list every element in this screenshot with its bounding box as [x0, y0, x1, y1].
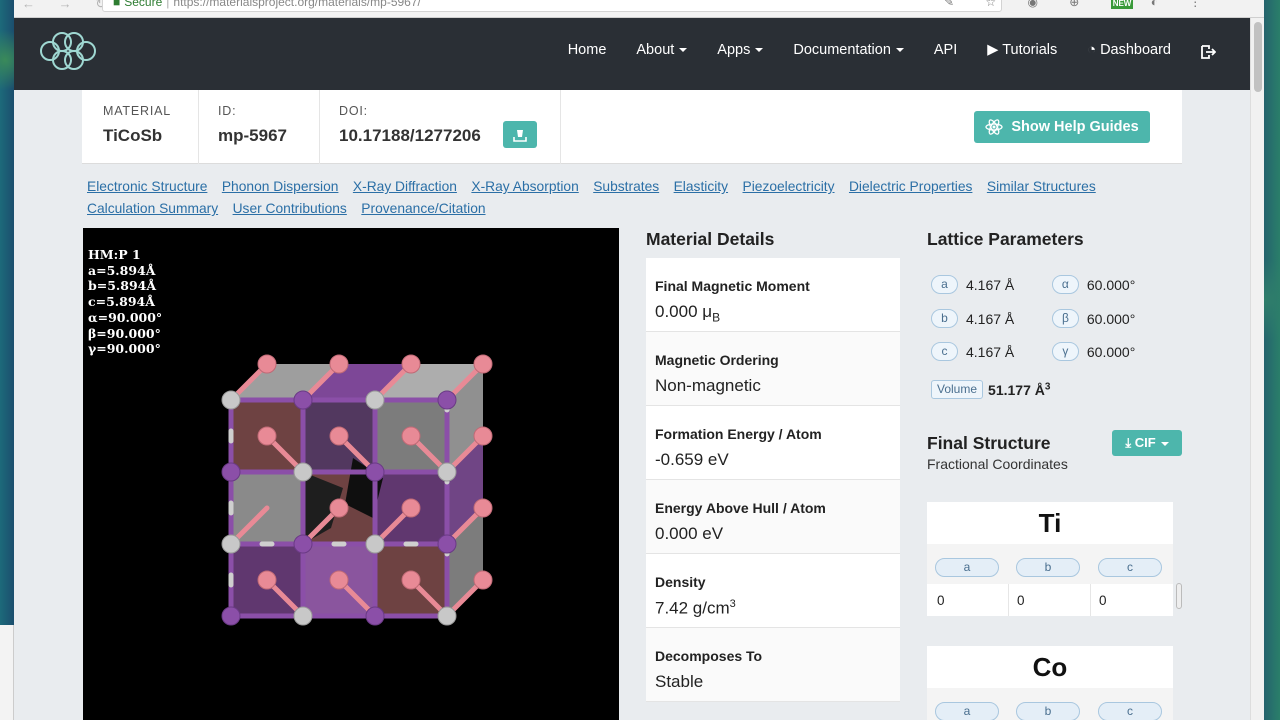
element-symbol: Ti [1038, 508, 1062, 538]
scrollbar-thumb[interactable] [1254, 22, 1262, 92]
crystal-structure-viewer[interactable]: HM:P 1 a=5.894Å b=5.894Å c=5.894Å α=90.0… [83, 228, 619, 720]
coordinate-axes: a b c [927, 544, 1173, 584]
detail-density: Density 7.42 g/cm3 [646, 554, 900, 628]
angle-gamma-badge: γ [1051, 342, 1079, 361]
caret-down-icon [1160, 441, 1169, 446]
nav-home[interactable]: Home [553, 40, 622, 60]
link-xray-diffraction[interactable]: X-Ray Diffraction [353, 179, 457, 194]
detail-decomposes-to: Decomposes To Stable [646, 628, 900, 702]
link-elasticity[interactable]: Elasticity [674, 179, 728, 194]
url-text: https://materialsproject.org/materials/m… [173, 0, 421, 9]
axis-b-badge: b [931, 309, 958, 328]
material-details-title: Material Details [646, 229, 775, 249]
element-card-co: Co a b c [927, 646, 1173, 720]
nav-api[interactable]: API [919, 40, 972, 60]
nav-dashboard[interactable]: ◔ Dashboard [1072, 40, 1186, 60]
material-field: MATERIAL TiCoSb [103, 104, 171, 145]
angle-beta-badge: β [1051, 309, 1079, 328]
link-user-contributions[interactable]: User Contributions [233, 201, 347, 216]
show-help-guides-button[interactable]: Show Help Guides [974, 111, 1150, 143]
caret-down-icon [679, 48, 688, 53]
axis-a-pill[interactable]: a [935, 702, 999, 720]
copy-doi-button[interactable] [503, 121, 537, 148]
atom-icon [985, 119, 1003, 135]
caret-down-icon [755, 48, 764, 53]
extension-icons[interactable]: ✎ ☆ ◉ ⊕ NEW ◐ ⋮ [944, 0, 1215, 9]
axis-b-pill[interactable]: b [1016, 558, 1080, 577]
doi-field: DOI: 10.17188/1277206 [339, 104, 481, 145]
video-icon: ▶ [987, 42, 999, 58]
nav-tutorials[interactable]: ▶ Tutorials [972, 40, 1072, 60]
background-window-edge [0, 625, 14, 720]
lattice-parameters-title: Lattice Parameters [927, 229, 1084, 249]
link-provenance-citation[interactable]: Provenance/Citation [361, 201, 485, 216]
detail-energy-above-hull: Energy Above Hull / Atom 0.000 eV [646, 480, 900, 554]
lattice-volume: Volume 51.177 Å3 [931, 380, 1050, 399]
coordinate-row: 0 0 0 [927, 584, 1173, 616]
materials-project-logo[interactable] [36, 28, 98, 74]
nav-about[interactable]: About [621, 40, 702, 60]
element-card-ti: Ti a b c 0 0 0 [927, 502, 1173, 616]
axis-c-pill[interactable]: c [1098, 702, 1162, 720]
volume-badge: Volume [931, 380, 984, 399]
doi-value: 10.17188/1277206 [339, 126, 481, 145]
link-piezoelectricity[interactable]: Piezoelectricity [743, 179, 835, 194]
axis-c-pill[interactable]: c [1098, 558, 1162, 577]
download-icon: ⤓ [1125, 435, 1132, 450]
crystal-structure-render [221, 354, 493, 626]
final-structure-title: Final Structure [927, 433, 1051, 453]
ext-new-badge: NEW [1110, 0, 1134, 9]
element-symbol: Co [1032, 652, 1068, 682]
site-navbar: Home About Apps Documentation API ▶ Tuto… [14, 18, 1250, 90]
lattice-row-a: a 4.167 Å α 60.000° [931, 275, 1169, 294]
axis-b-pill[interactable]: b [1016, 702, 1080, 720]
page-scrollbar[interactable] [1250, 18, 1264, 720]
axis-a-badge: a [931, 275, 958, 294]
final-structure-subtitle: Fractional Coordinates [927, 456, 1068, 472]
browser-toolbar: ← → ↻ ■ Secure | https://materialsproject.o… [14, 0, 1264, 18]
link-phonon-dispersion[interactable]: Phonon Dispersion [222, 179, 339, 194]
link-calculation-summary[interactable]: Calculation Summary [87, 201, 218, 216]
lattice-row-b: b 4.167 Å β 60.000° [931, 309, 1169, 328]
nav-apps[interactable]: Apps [702, 40, 778, 60]
material-details-list: Final Magnetic Moment 0.000 μB Magnetic … [646, 258, 900, 702]
section-links: Electronic Structure Phonon Dispersion X… [87, 176, 1167, 220]
material-formula: TiCoSb [103, 126, 163, 145]
axis-a-pill[interactable]: a [935, 558, 999, 577]
link-similar-structures[interactable]: Similar Structures [987, 179, 1096, 194]
address-bar[interactable]: ■ Secure | https://materialsproject.org/mat… [102, 0, 1002, 12]
detail-magnetic-moment: Final Magnetic Moment 0.000 μB [646, 258, 900, 332]
axis-c-badge: c [931, 342, 958, 361]
card-scrollbar[interactable] [1176, 583, 1182, 609]
link-electronic-structure[interactable]: Electronic Structure [87, 179, 207, 194]
coordinate-axes: a b c [927, 688, 1173, 720]
link-dielectric-properties[interactable]: Dielectric Properties [849, 179, 972, 194]
caret-down-icon [895, 48, 904, 53]
nav-documentation[interactable]: Documentation [778, 40, 919, 60]
lattice-row-c: c 4.167 Å γ 60.000° [931, 342, 1169, 361]
lock-icon: ■ [113, 0, 121, 9]
detail-magnetic-ordering: Magnetic Ordering Non-magnetic [646, 332, 900, 406]
material-id: mp-5967 [218, 126, 287, 145]
link-substrates[interactable]: Substrates [593, 179, 659, 194]
cif-download-button[interactable]: ⤓ CIF [1112, 430, 1182, 456]
id-field: ID: mp-5967 [218, 104, 287, 145]
browser-window: ← → ↻ ■ Secure | https://materialsproject.o… [14, 0, 1264, 720]
angle-alpha-badge: α [1051, 275, 1079, 294]
security-label: Secure [124, 0, 163, 9]
detail-formation-energy: Formation Energy / Atom -0.659 eV [646, 406, 900, 480]
dashboard-icon: ◔ [1087, 42, 1097, 58]
clipboard-icon [513, 130, 527, 142]
material-header-card: MATERIAL TiCoSb ID: mp-5967 DOI: 10.1718… [82, 90, 1182, 164]
link-xray-absorption[interactable]: X-Ray Absorption [471, 179, 578, 194]
sign-out-icon[interactable] [1200, 44, 1216, 60]
